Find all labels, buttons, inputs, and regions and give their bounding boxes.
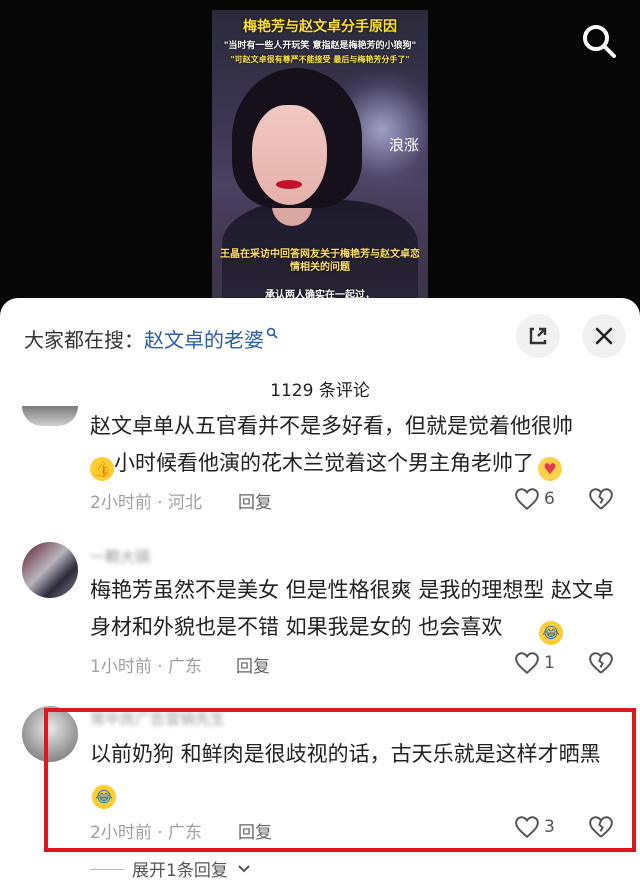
comment-item: 一颗大頭 梅艳芳虽然不是美女 但是性格很爽 是我的理想型 赵文卓身材和外貌也是不…	[0, 536, 640, 686]
hot-search-term[interactable]: 赵文卓的老婆	[144, 328, 264, 352]
video-area[interactable]: 梅艳芳与赵文卓分手原因 "当时有一些人开玩笑 意指赵是梅艳芳的小狼狗" "可赵文…	[0, 0, 640, 300]
video-subtitle: "可赵文卓很有尊严不能接受 最后与梅艳芳分手了"	[230, 55, 410, 64]
video-title: 梅艳芳与赵文卓分手原因	[243, 19, 397, 35]
like-count: 1	[544, 653, 555, 673]
broken-heart-icon	[589, 488, 613, 510]
search-button[interactable]	[578, 20, 620, 62]
comment-text-line: 赵文卓单从五官看并不是多好看，但就是觉着他很帅	[90, 414, 573, 438]
thumbs-up-emoji: 👍	[90, 457, 114, 481]
search-icon	[583, 25, 616, 58]
like-button[interactable]: 1	[514, 650, 574, 680]
video-caption: 王晶在采访中回答网友关于梅艳芳与赵文卓恋情相关的问题	[220, 249, 420, 273]
comment-text: 赵文卓单从五官看并不是多好看，但就是觉着他很帅 👍 小时候看他演的花木兰觉着这个男…	[90, 408, 618, 482]
reply-button[interactable]: 回复	[238, 488, 272, 513]
broken-heart-icon	[589, 652, 613, 674]
close-icon	[595, 327, 613, 345]
search-icon	[266, 320, 278, 344]
like-button[interactable]: 6	[514, 486, 574, 516]
comment-time-location: 2小时前 · 河北	[90, 493, 203, 513]
comment-username[interactable]: 一颗大頭	[90, 546, 150, 567]
expand-button[interactable]	[516, 314, 560, 358]
reply-button[interactable]: 回复	[236, 652, 270, 677]
dislike-button[interactable]	[588, 486, 618, 516]
video-quote: "当时有一些人开玩笑 意指赵是梅艳芳的小狼狗"	[223, 41, 417, 51]
expand-icon	[529, 327, 547, 345]
video-watermark: 浪涨	[388, 136, 419, 154]
figure-lips	[276, 180, 302, 189]
dislike-button[interactable]	[588, 650, 618, 680]
heart-icon	[515, 652, 539, 675]
divider-line	[90, 869, 124, 870]
comment-time-location: 1小时前 · 广东	[90, 657, 203, 677]
comment-item: 赵文卓单从五官看并不是多好看，但就是觉着他很帅 👍 小时候看他演的花木兰觉着这个男…	[0, 398, 640, 520]
highlight-box	[44, 708, 636, 852]
avatar[interactable]	[22, 406, 78, 426]
video-thumbnail[interactable]: 梅艳芳与赵文卓分手原因 "当时有一些人开玩笑 意指赵是梅艳芳的小狼狗" "可赵文…	[212, 10, 428, 300]
heart-icon	[515, 488, 539, 511]
hot-search-prefix: 大家都在搜：	[24, 328, 144, 352]
comment-sheet: 大家都在搜：赵文卓的老婆 1129 条评论 赵文卓单从五官看并不是多好看，但就是…	[0, 298, 640, 890]
expand-replies-button[interactable]: 展开1条回复	[90, 856, 251, 881]
like-count: 6	[544, 489, 555, 509]
laugh-emoji: 😂	[539, 621, 563, 645]
comment-text-line: 👍 小时候看他演的花木兰觉着这个男主角老帅了 ♥	[90, 445, 618, 482]
expand-replies-label: 展开1条回复	[132, 861, 228, 881]
figure-face	[252, 105, 327, 205]
chevron-down-icon	[238, 865, 250, 873]
avatar[interactable]	[22, 542, 78, 598]
hot-search[interactable]: 大家都在搜：赵文卓的老婆	[24, 320, 278, 353]
heart-hands-emoji: ♥	[538, 457, 562, 481]
sheet-header: 大家都在搜：赵文卓的老婆	[0, 298, 640, 370]
laugh-emoji-wrap: 😂	[539, 609, 569, 646]
close-button[interactable]	[582, 314, 626, 358]
